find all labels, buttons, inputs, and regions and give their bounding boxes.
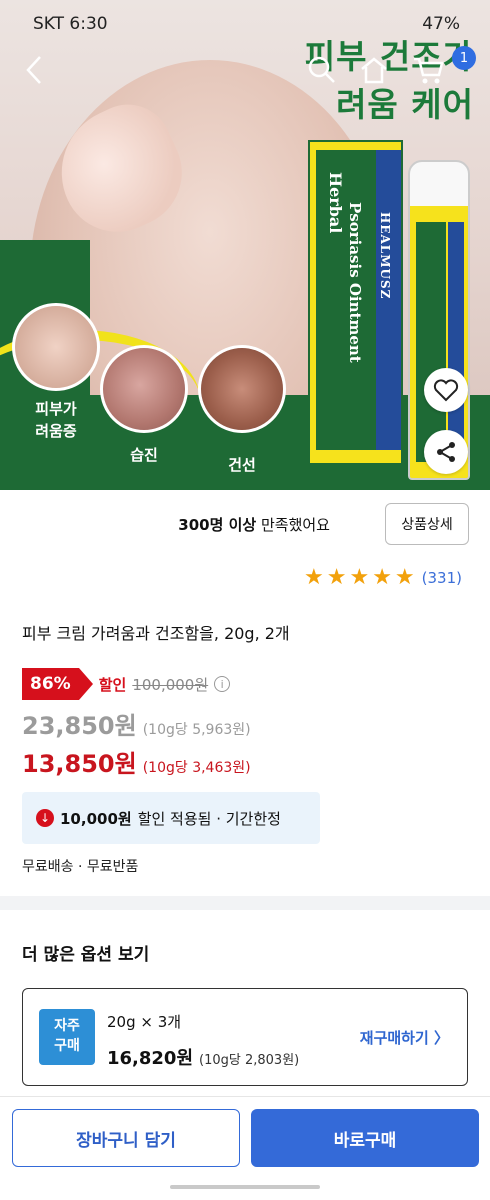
discount-percent-badge: 86% (22, 668, 93, 700)
home-button[interactable] (356, 52, 392, 88)
final-price-value: 13,850원 (22, 750, 137, 778)
tube-blue-panel (448, 222, 464, 462)
satisfaction-text: 300명 이상 만족했어요 (0, 514, 370, 535)
star-icon: ★ (372, 565, 392, 590)
symptom-label-itch: 피부가 려움증 (20, 398, 92, 442)
symptom-label-itch-line2: 려움증 (35, 422, 77, 440)
cart-icon (414, 57, 444, 84)
heart-icon (433, 379, 459, 402)
rating[interactable]: ★ ★ ★ ★ ★ (331) (304, 566, 462, 590)
more-options-heading: 더 많은 옵션 보기 (22, 945, 150, 965)
home-icon (361, 57, 387, 84)
star-icon: ★ (349, 565, 370, 590)
satisfaction-suffix: 만족했어요 (256, 516, 330, 534)
option-price: 16,820원 (10g당 2,803원) (107, 1044, 299, 1070)
rebuy-link[interactable]: 재구매하기 〉 (360, 1027, 449, 1048)
discount-row: 86% 할인 100,000원 i (22, 668, 231, 700)
symptom-image-eczema (100, 345, 188, 433)
product-title: 피부 크림 가려움과 건조함을, 20g, 2개 (22, 624, 290, 643)
home-indicator[interactable] (170, 1185, 320, 1189)
option-card[interactable]: 자주 구매 20g × 3개 16,820원 (10g당 2,803원) 재구매… (22, 988, 468, 1086)
symptom-label-psoriasis: 건선 (228, 456, 256, 474)
discount-label: 할인 (98, 675, 127, 694)
share-button[interactable] (424, 430, 468, 474)
coupon-text: 할인 적용됨 · 기간한정 (137, 809, 281, 828)
symptom-image-psoriasis (198, 345, 286, 433)
share-icon (437, 442, 455, 462)
status-bar: SKT 6:30 47% (0, 14, 490, 40)
cart-count-badge: 1 (452, 46, 476, 70)
product-box: Herbal Psoriasis Ointment HEALMUSZ (308, 140, 403, 465)
cart-button[interactable] (410, 52, 446, 88)
final-price-unit: (10g당 3,463원) (142, 760, 251, 776)
price-before-coupon: 23,850원 (10g당 5,963원) (22, 706, 251, 741)
final-price: 13,850원 (10g당 3,463원) (22, 744, 251, 779)
search-icon (308, 56, 335, 83)
subscription-badge: 자주 구매 (39, 1009, 95, 1065)
star-icon: ★ (394, 565, 415, 590)
symptom-label-eczema: 습진 (130, 446, 158, 464)
add-to-cart-button[interactable]: 장바구니 담기 (12, 1109, 240, 1167)
coupon-applied-banner: ↓ 10,000원 할인 적용됨 · 기간한정 (22, 792, 320, 844)
back-button[interactable] (16, 52, 52, 88)
box-product-text: Psoriasis Ointment (346, 202, 364, 363)
status-battery: 47% (422, 14, 460, 34)
section-divider (0, 896, 490, 910)
option-quantity: 20g × 3개 (107, 1013, 182, 1031)
buy-now-button[interactable]: 바로구매 (251, 1109, 479, 1167)
satisfaction-count: 300명 이상 (178, 516, 257, 534)
search-button[interactable] (304, 52, 340, 88)
wishlist-button[interactable] (424, 368, 468, 412)
coupon-amount: 10,000원 (60, 809, 132, 828)
tube-green-panel (416, 222, 446, 462)
shipping-info: 무료배송 · 무료반품 (22, 859, 139, 875)
symptom-label-itch-line1: 피부가 (35, 400, 77, 418)
status-time: SKT 6:30 (33, 14, 108, 34)
review-count[interactable]: (331) (422, 569, 462, 587)
price-before-unit: (10g당 5,963원) (142, 722, 251, 738)
info-icon[interactable]: i (214, 676, 231, 692)
option-price-value: 16,820원 (107, 1048, 194, 1069)
box-herbal-text: Herbal (326, 172, 345, 234)
chevron-left-icon (26, 56, 41, 84)
box-brand-text: HEALMUSZ (378, 212, 392, 300)
original-price: 100,000원 (132, 675, 209, 694)
bottom-action-bar: 장바구니 담기 바로구매 (0, 1096, 490, 1200)
box-blue-panel (376, 150, 401, 450)
subscription-badge-text: 자주 구매 (54, 1018, 80, 1054)
symptom-image-itch (12, 303, 100, 391)
down-arrow-icon: ↓ (36, 809, 54, 827)
price-before-value: 23,850원 (22, 712, 137, 740)
star-icon: ★ (326, 565, 347, 590)
star-icon: ★ (303, 565, 324, 590)
hero-headline-line2: 려움 케어 (336, 85, 474, 124)
product-detail-button[interactable]: 상품상세 (385, 503, 469, 545)
option-price-unit: (10g당 2,803원) (199, 1053, 300, 1068)
